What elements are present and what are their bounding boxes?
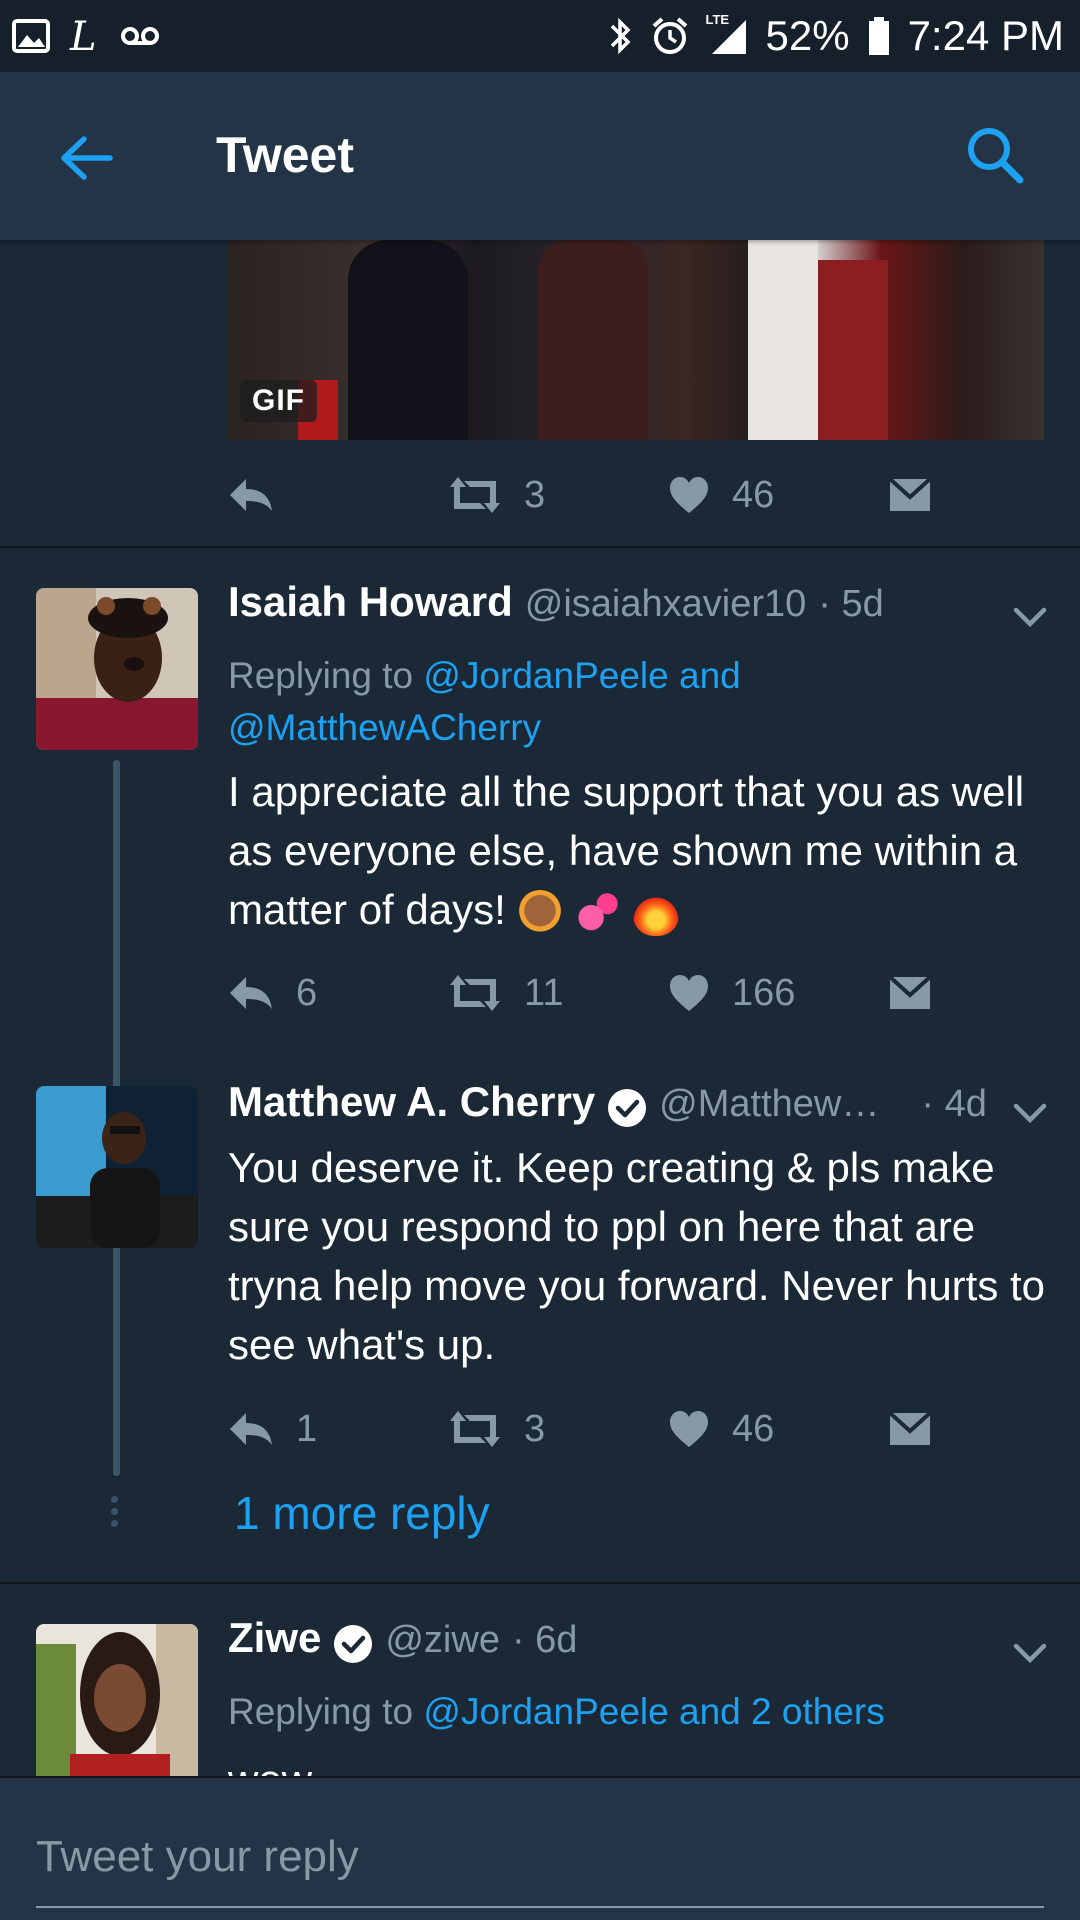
- tweet-actions: 1 3 46: [228, 1404, 1048, 1454]
- gif-figure: [818, 260, 888, 440]
- thread-dots-icon: [111, 1496, 121, 1532]
- raising-hands-emoji: [517, 889, 564, 936]
- direct-message-button[interactable]: [888, 470, 932, 520]
- tweet-text: You deserve it. Keep creating & pls make…: [228, 1144, 1046, 1368]
- app-bar: Tweet: [0, 72, 1080, 240]
- page-title: Tweet: [216, 127, 354, 183]
- user-handle[interactable]: @ziwe: [385, 1619, 500, 1662]
- direct-message-button[interactable]: [888, 968, 932, 1018]
- image-icon: [12, 19, 50, 53]
- thread-line: [113, 1256, 120, 1476]
- heart-icon: [670, 477, 708, 513]
- heart-icon: [670, 975, 708, 1011]
- reply-input[interactable]: Tweet your reply: [36, 1832, 359, 1882]
- status-bar: L LTE 52% 7:24 PM: [0, 0, 1080, 72]
- chevron-down-icon[interactable]: [1010, 1632, 1050, 1672]
- chevron-down-icon[interactable]: [1010, 1092, 1050, 1132]
- display-name[interactable]: Ziwe: [228, 1614, 321, 1662]
- lte-signal-icon: LTE: [706, 12, 748, 56]
- user-handle[interactable]: @isaiahxavier10: [525, 583, 807, 626]
- svg-text:L: L: [69, 14, 97, 58]
- retweet-button[interactable]: 3: [448, 470, 545, 520]
- reply-button[interactable]: 6: [228, 968, 317, 1018]
- replying-prefix: Replying to: [228, 1691, 414, 1732]
- tweet-text: I appreciate all the support that you as…: [228, 762, 1058, 939]
- divider: [0, 1582, 1080, 1584]
- envelope-icon: [888, 975, 932, 1009]
- two-hearts-emoji: [575, 889, 622, 936]
- like-count: 166: [732, 971, 796, 1014]
- tweet-header: Isaiah Howard @isaiahxavier10 · 5d: [228, 578, 884, 638]
- replying-to: Replying to @JordanPeele and @MatthewACh…: [228, 650, 1048, 754]
- tweet-text: wow: [228, 1750, 1058, 1776]
- gif-figure: [538, 240, 648, 440]
- tweet-thread[interactable]: GIF 3 46 Isaiah Howard @isaiahxavier10 ·…: [0, 240, 1080, 1776]
- tweet-time: · 5d: [818, 583, 884, 625]
- chevron-down-icon[interactable]: [1010, 596, 1050, 636]
- retweet-count: 3: [524, 1407, 546, 1450]
- reply-button[interactable]: [228, 470, 274, 520]
- envelope-icon: [888, 1411, 932, 1445]
- fire-emoji: [632, 889, 679, 936]
- gif-figure: [748, 240, 818, 440]
- reply-composer[interactable]: Tweet your reply: [0, 1776, 1080, 1920]
- battery-icon: [868, 16, 890, 56]
- retweet-button[interactable]: 11: [448, 968, 563, 1018]
- divider: [0, 546, 1080, 548]
- gif-figure: [348, 240, 468, 440]
- back-arrow-icon[interactable]: [56, 128, 116, 188]
- retweet-button[interactable]: 3: [448, 1404, 545, 1454]
- reply-icon: [230, 977, 272, 1009]
- voicemail-icon: [120, 25, 160, 47]
- lastpass-icon: L: [68, 14, 102, 58]
- tweet-header: Ziwe @ziwe · 6d: [228, 1614, 577, 1674]
- reply-icon: [230, 1413, 272, 1445]
- like-count: 46: [732, 473, 775, 516]
- avatar[interactable]: [36, 1086, 198, 1248]
- retweet-count: 11: [524, 971, 564, 1014]
- retweet-icon: [450, 477, 500, 513]
- like-count: 46: [732, 1407, 775, 1450]
- bluetooth-icon: [608, 16, 632, 56]
- retweet-icon: [450, 975, 500, 1011]
- heart-icon: [670, 1411, 708, 1447]
- tweet-text-content: I appreciate all the support that you as…: [228, 768, 1025, 933]
- envelope-icon: [888, 477, 932, 511]
- verified-badge-icon: [333, 1624, 373, 1664]
- direct-message-button[interactable]: [888, 1404, 932, 1454]
- like-button[interactable]: 46: [668, 470, 774, 520]
- gif-badge: GIF: [240, 380, 317, 422]
- tweet-time: · 4d: [921, 1083, 987, 1125]
- retweet-count: 3: [524, 473, 546, 516]
- reply-icon: [230, 479, 272, 511]
- display-name[interactable]: Matthew A. Cherry: [228, 1078, 595, 1126]
- replying-prefix: Replying to: [228, 655, 414, 696]
- clock: 7:24 PM: [907, 12, 1064, 59]
- battery-percent: 52%: [765, 12, 850, 59]
- tweet-header: Matthew A. Cherry @Matthew… · 4d: [228, 1078, 987, 1138]
- replying-to: Replying to @JordanPeele and 2 others: [228, 1686, 1048, 1738]
- retweet-icon: [450, 1411, 500, 1447]
- tweet-actions: 6 11 166: [228, 968, 1048, 1018]
- verified-badge-icon: [607, 1088, 647, 1128]
- search-icon[interactable]: [962, 122, 1030, 190]
- user-handle[interactable]: @Matthew…: [659, 1083, 879, 1126]
- like-button[interactable]: 166: [668, 968, 795, 1018]
- like-button[interactable]: 46: [668, 1404, 774, 1454]
- reply-button[interactable]: 1: [228, 1404, 317, 1454]
- tweet-time: · 6d: [511, 1619, 578, 1661]
- input-underline: [36, 1906, 1044, 1908]
- display-name[interactable]: Isaiah Howard: [228, 578, 513, 626]
- reply-count: 1: [296, 1407, 318, 1450]
- lte-label: LTE: [705, 12, 730, 27]
- replying-to-link[interactable]: @JordanPeele and 2 others: [423, 1691, 884, 1732]
- alarm-icon: [650, 16, 690, 56]
- more-replies-link[interactable]: 1 more reply: [234, 1486, 490, 1540]
- reply-count: 6: [296, 971, 318, 1014]
- avatar[interactable]: [36, 1624, 198, 1776]
- avatar[interactable]: [36, 588, 198, 750]
- gif-media[interactable]: GIF: [228, 240, 1044, 440]
- tweet-actions: 3 46: [228, 470, 1048, 520]
